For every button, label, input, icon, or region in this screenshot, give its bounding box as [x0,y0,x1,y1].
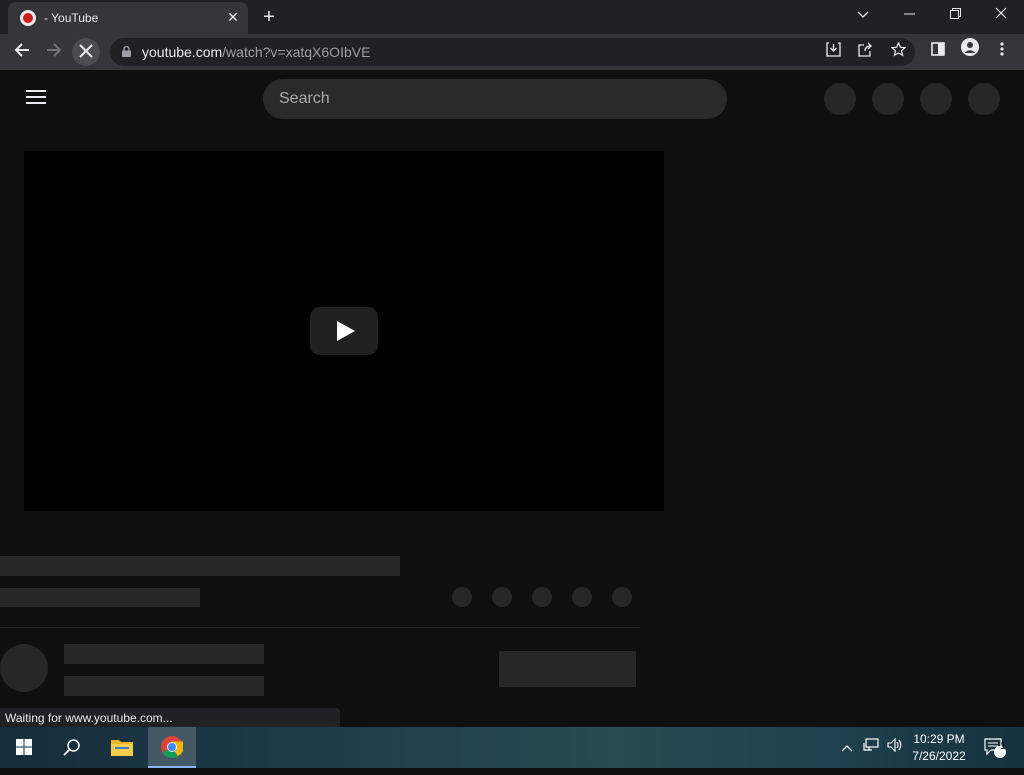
video-player[interactable] [24,151,664,511]
speaker-icon [887,737,902,753]
tab-close-button[interactable]: ✕ [224,8,242,26]
bookmark-star-button[interactable] [888,41,908,62]
youtube-favicon-icon [20,10,36,26]
divider [0,627,640,628]
clock-date: 7/26/2022 [912,749,966,763]
side-panel-button[interactable] [924,38,952,66]
start-button[interactable] [0,727,48,768]
minimize-icon [903,13,915,15]
address-bar[interactable]: youtube.com/watch?v=xatqX6OIbVE [110,38,915,66]
search-icon [63,739,80,756]
side-panel-icon [931,42,945,56]
status-bubble: Waiting for www.youtube.com... [0,708,340,727]
minimize-button[interactable] [886,0,932,30]
search-placeholder: Search [279,90,330,107]
folder-icon [111,740,133,756]
play-button[interactable] [310,307,378,355]
title-skeleton [0,556,400,576]
stop-loading-button[interactable] [72,38,100,66]
file-explorer-button[interactable] [98,727,146,768]
chevron-down-icon [857,11,869,18]
clock[interactable]: 10:29 PM 7/26/2022 [905,731,973,765]
clock-time: 10:29 PM [913,732,965,746]
subscribe-button-skeleton [499,651,636,687]
restore-icon [949,8,961,19]
tab-title: - YouTube [44,11,99,25]
close-window-button[interactable] [978,0,1024,30]
notification-count: 1 [1000,741,1006,752]
profile-icon [961,38,979,56]
windows-logo-icon [16,739,32,755]
windows-taskbar: 10:29 PM 7/26/2022 1 [0,727,1024,768]
star-icon [890,41,906,57]
network-icon [863,738,879,751]
forward-button[interactable] [40,38,68,66]
download-icon [825,42,841,57]
arrow-left-icon [14,43,29,57]
youtube-page: Search Waiting for www.youtube.com... [0,70,1024,727]
action-center-button[interactable]: 1 [980,727,1010,768]
browser-toolbar: youtube.com/watch?v=xatqX6OIbVE [0,34,1024,70]
search-taskbar-button[interactable] [48,727,96,768]
header-button-placeholder [968,83,1000,115]
show-hidden-icons-button[interactable] [838,727,856,768]
chrome-menu-button[interactable] [988,38,1016,66]
chrome-taskbar-button[interactable] [148,727,196,768]
action-skeleton [492,587,512,607]
channel-avatar-skeleton [0,644,48,692]
install-app-button[interactable] [823,42,843,62]
network-button[interactable] [860,727,882,768]
guide-menu-icon[interactable] [26,90,46,106]
arrow-right-icon [47,43,62,57]
action-skeleton [612,587,632,607]
header-button-placeholder [824,83,856,115]
play-icon [337,321,355,341]
search-input[interactable]: Search [263,79,727,119]
more-vert-icon [1000,42,1004,56]
tab-search-button[interactable] [840,0,886,30]
header-button-placeholder [920,83,952,115]
action-skeleton [572,587,592,607]
close-icon [995,7,1007,19]
channel-name-skeleton [64,644,264,664]
stop-icon [79,44,93,58]
header-button-placeholder [872,83,904,115]
tab-youtube[interactable]: - YouTube ✕ [8,2,248,34]
action-skeleton [452,587,472,607]
volume-button[interactable] [884,727,906,768]
status-text: Waiting for www.youtube.com... [5,711,173,725]
share-icon [857,42,872,57]
url-text[interactable]: youtube.com/watch?v=xatqX6OIbVE [142,44,370,60]
profile-button[interactable] [956,38,984,66]
back-button[interactable] [8,38,36,66]
views-skeleton [0,588,200,607]
subscriber-skeleton [64,676,264,696]
url-host: youtube.com [142,44,223,60]
lock-icon[interactable] [122,46,131,57]
action-skeleton [532,587,552,607]
new-tab-button[interactable]: + [258,6,280,28]
chrome-icon [161,736,184,758]
share-button[interactable] [855,42,875,62]
restore-button[interactable] [932,0,978,30]
url-path: /watch?v=xatqX6OIbVE [222,44,371,60]
browser-title-bar: - YouTube ✕ + [0,0,1024,34]
chevron-up-icon [841,745,853,752]
